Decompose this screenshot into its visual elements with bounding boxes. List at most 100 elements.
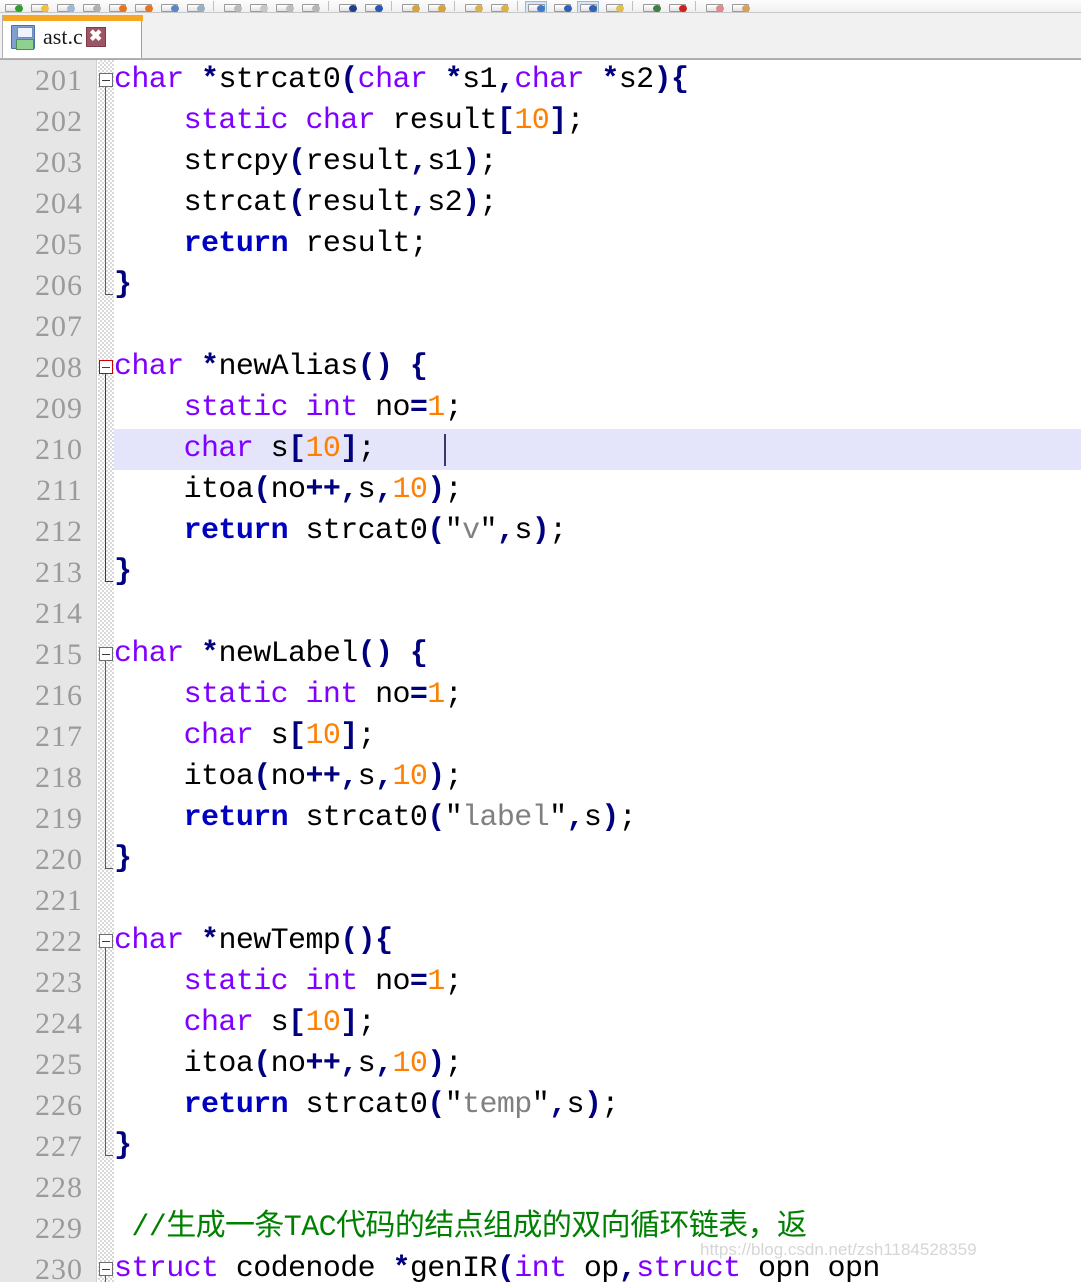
code-line[interactable]: 216 static int no=1; — [0, 675, 1081, 716]
code-line[interactable]: 208 char *newAlias() { — [0, 347, 1081, 388]
code-line[interactable]: 226 return strcat0("temp",s); — [0, 1085, 1081, 1126]
zoom-in-icon[interactable] — [399, 1, 421, 12]
toolbar-separator — [328, 1, 329, 11]
fold-toggle-icon[interactable] — [99, 360, 113, 374]
code-line[interactable]: 204 strcat(result,s2); — [0, 183, 1081, 224]
line-number: 222 — [35, 925, 83, 958]
print-icon[interactable] — [106, 1, 128, 12]
code-text: char *strcat0(char *s1,char *s2){ — [114, 63, 689, 97]
line-number: 216 — [35, 679, 83, 712]
line-number: 226 — [35, 1089, 83, 1122]
tab-label: ast.c — [43, 23, 83, 49]
code-line[interactable]: 224 char s[10]; — [0, 1003, 1081, 1044]
profile-icon[interactable] — [703, 1, 725, 12]
cut-icon[interactable] — [221, 1, 243, 12]
code-line[interactable]: 211 itoa(no++,s,10); — [0, 470, 1081, 511]
line-number: 211 — [36, 474, 83, 507]
code-text: static int no=1; — [183, 678, 463, 712]
code-line[interactable]: 223 static int no=1; — [0, 962, 1081, 1003]
open-folder-icon[interactable] — [28, 1, 50, 12]
bookmark-next-icon[interactable] — [488, 1, 510, 12]
rebuild-icon[interactable] — [603, 1, 625, 12]
run-icon[interactable] — [551, 1, 573, 12]
delete-icon[interactable] — [299, 1, 321, 12]
code-line[interactable]: 230 struct codenode *genIR(int op,struct … — [0, 1249, 1081, 1282]
floppy-disk-icon — [11, 24, 35, 50]
code-text: } — [114, 842, 132, 876]
code-text: char *newAlias() { — [114, 350, 428, 384]
save-all-icon[interactable] — [80, 1, 102, 12]
code-line[interactable]: 215 char *newLabel() { — [0, 634, 1081, 675]
code-line[interactable]: 225 itoa(no++,s,10); — [0, 1044, 1081, 1085]
undo-icon[interactable] — [158, 1, 180, 12]
code-text: strcat(result,s2); — [114, 186, 498, 220]
code-line[interactable]: 213} — [0, 552, 1081, 593]
code-line[interactable]: 214 — [0, 593, 1081, 634]
copy-icon[interactable] — [247, 1, 269, 12]
fold-toggle-icon[interactable] — [99, 1262, 113, 1276]
code-line[interactable]: 205 return result; — [0, 224, 1081, 265]
compile-icon[interactable] — [525, 1, 547, 12]
code-text: return strcat0("temp",s); — [183, 1088, 620, 1122]
code-text: return strcat0("label",s); — [183, 801, 637, 835]
save-icon[interactable] — [54, 1, 76, 12]
code-line[interactable]: 202 static char result[10]; — [0, 101, 1081, 142]
line-number: 208 — [35, 351, 83, 384]
code-line[interactable]: 207 — [0, 306, 1081, 347]
line-number: 203 — [35, 146, 83, 179]
tab-ast-c[interactable]: ast.c ✖ — [2, 15, 143, 58]
fold-toggle-icon[interactable] — [99, 73, 113, 87]
options-icon[interactable] — [729, 1, 751, 12]
zoom-out-icon[interactable] — [425, 1, 447, 12]
close-icon[interactable]: ✖ — [85, 26, 106, 47]
code-line[interactable]: 229 //生成一条TAC代码的结点组成的双向循环链表，返 — [0, 1208, 1081, 1249]
compile-run-icon[interactable] — [577, 1, 599, 12]
code-text: //生成一条TAC代码的结点组成的双向循环链表，返 — [114, 1211, 807, 1245]
code-line[interactable]: 222 char *newTemp(){ — [0, 921, 1081, 962]
fold-region-line — [105, 661, 113, 869]
code-text: itoa(no++,s,10); — [114, 760, 463, 794]
code-line[interactable]: 221 — [0, 880, 1081, 921]
code-text: return result; — [183, 227, 428, 261]
line-number: 207 — [35, 310, 83, 343]
line-number: 229 — [35, 1212, 83, 1245]
text-caret — [444, 434, 446, 466]
code-editor-area[interactable]: 201 char *strcat0(char *s1,char *s2){202 … — [0, 59, 1081, 1282]
stop-icon[interactable] — [666, 1, 688, 12]
code-line[interactable]: 201 char *strcat0(char *s1,char *s2){ — [0, 60, 1081, 101]
code-line[interactable]: 228 — [0, 1167, 1081, 1208]
code-text: char *newTemp(){ — [114, 924, 393, 958]
print-preview-icon[interactable] — [132, 1, 154, 12]
fold-toggle-icon[interactable] — [99, 934, 113, 948]
line-number: 223 — [35, 966, 83, 999]
line-number: 217 — [35, 720, 83, 753]
bookmark-icon[interactable] — [462, 1, 484, 12]
code-line[interactable]: 212 return strcat0("v",s); — [0, 511, 1081, 552]
find-icon[interactable] — [336, 1, 358, 12]
code-line[interactable]: 217 char s[10]; — [0, 716, 1081, 757]
code-line[interactable]: 210 char s[10]; — [0, 429, 1081, 470]
code-line[interactable]: 218 itoa(no++,s,10); — [0, 757, 1081, 798]
line-number: 210 — [35, 433, 83, 466]
line-number: 221 — [35, 884, 83, 917]
code-line[interactable]: 219 return strcat0("label",s); — [0, 798, 1081, 839]
fold-toggle-icon[interactable] — [99, 647, 113, 661]
debug-icon[interactable] — [640, 1, 662, 12]
new-file-icon[interactable] — [2, 1, 24, 12]
toolbar-separator — [454, 1, 455, 11]
fold-region-line — [105, 1276, 106, 1282]
code-line[interactable]: 206} — [0, 265, 1081, 306]
paste-icon[interactable] — [273, 1, 295, 12]
find-next-icon[interactable] — [362, 1, 384, 12]
code-line[interactable]: 220} — [0, 839, 1081, 880]
tab-active-accent — [3, 15, 143, 21]
code-text: static char result[10]; — [183, 104, 585, 138]
code-line[interactable]: 203 strcpy(result,s1); — [0, 142, 1081, 183]
code-line[interactable]: 227} — [0, 1126, 1081, 1167]
toolbar-separator — [632, 1, 633, 11]
code-text: static int no=1; — [183, 965, 463, 999]
line-number: 204 — [35, 187, 83, 220]
line-number: 202 — [35, 105, 83, 138]
redo-icon[interactable] — [184, 1, 206, 12]
code-line[interactable]: 209 static int no=1; — [0, 388, 1081, 429]
